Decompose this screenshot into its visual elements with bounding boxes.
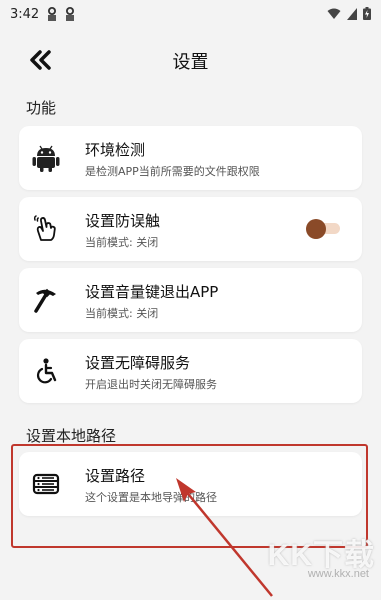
setting-title: 设置无障碍服务 xyxy=(85,354,191,372)
android-icon xyxy=(31,143,61,173)
page-title: 设置 xyxy=(172,52,209,73)
watermark-url-text: www.kkx.net xyxy=(307,568,369,580)
setting-accessibility[interactable]: 设置无障碍服务 开启退出时关闭无障碍服务 xyxy=(19,339,362,403)
section-title-local-path: 设置本地路径 xyxy=(26,427,117,445)
touch-hand-icon xyxy=(31,214,61,244)
setting-title: 设置音量键退出APP xyxy=(85,283,219,301)
status-bar: 3:42 xyxy=(0,0,381,28)
wifi-icon xyxy=(327,5,341,24)
app-bar: 设置 xyxy=(0,40,381,80)
setting-volume-key-exit[interactable]: 设置音量键退出APP 当前模式: 关闭 xyxy=(19,268,362,332)
setting-env-check[interactable]: 环境检测 是检测APP当前所需要的文件跟权限 xyxy=(19,126,362,190)
notification-avatar-icon xyxy=(63,6,77,22)
status-time: 3:42 xyxy=(10,6,40,22)
battery-icon xyxy=(363,5,371,24)
setting-subtitle: 是检测APP当前所需要的文件跟权限 xyxy=(85,165,260,178)
setting-title: 环境检测 xyxy=(85,141,146,159)
notification-avatar-icon xyxy=(45,6,59,22)
section-title-functions: 功能 xyxy=(26,99,57,117)
signal-icon xyxy=(347,5,357,24)
accessibility-icon xyxy=(31,356,61,386)
anti-mistouch-toggle[interactable] xyxy=(306,219,340,239)
watermark-logo: KK下载 www.kkx.net xyxy=(245,530,375,590)
toggle-thumb xyxy=(306,219,326,239)
setting-subtitle: 开启退出时关闭无障碍服务 xyxy=(85,378,217,391)
setting-subtitle: 当前模式: 关闭 xyxy=(85,307,159,320)
setting-subtitle: 当前模式: 关闭 xyxy=(85,236,159,249)
setting-title: 设置防误触 xyxy=(85,212,161,230)
pickaxe-icon xyxy=(31,285,61,315)
setting-anti-mistouch[interactable]: 设置防误触 当前模式: 关闭 xyxy=(19,197,362,261)
